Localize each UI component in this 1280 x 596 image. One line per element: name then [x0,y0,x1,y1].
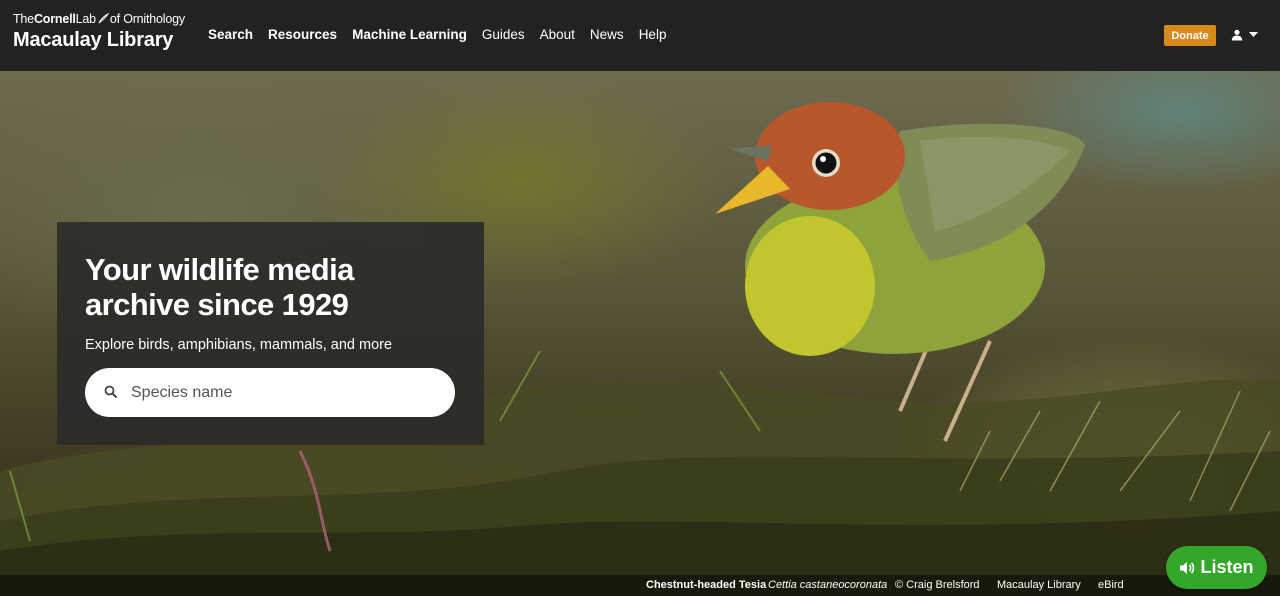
feather-icon [98,13,109,24]
listen-button[interactable]: Listen [1166,546,1267,589]
listen-label: Listen [1200,557,1254,577]
hero-subtitle: Explore birds, amphibians, mammals, and … [85,337,393,353]
caption-common-name[interactable]: Chestnut-headed Tesia [646,579,766,591]
speaker-icon [1180,561,1195,574]
donate-button[interactable]: Donate [1164,25,1216,46]
nav-resources[interactable]: Resources [268,27,337,42]
nav-search[interactable]: Search [208,27,253,42]
brand-logo[interactable]: The Cornell Lab of Ornithology Macaulay Li… [13,12,185,52]
caret-down-icon [1249,32,1258,37]
main-nav: Search Resources Machine Learning Guides… [208,27,681,42]
hero-title: Your wildlife media archive since 1929 [85,252,354,322]
search-icon [104,385,118,399]
nav-help[interactable]: Help [639,27,667,42]
nav-news[interactable]: News [590,27,624,42]
species-search-input[interactable] [131,380,431,405]
macaulay-library-title: Macaulay Library [13,29,174,51]
caption-credit[interactable]: © Craig Brelsford [895,579,980,591]
caption-library-link[interactable]: Macaulay Library [997,579,1081,591]
nav-about[interactable]: About [540,27,575,42]
account-menu[interactable] [1231,29,1258,41]
caption-ebird-link[interactable]: eBird [1098,579,1124,591]
nav-machine-learning[interactable]: Machine Learning [352,27,467,42]
photo-caption-bar [0,575,1280,596]
species-search-box[interactable] [85,368,455,417]
hero-search-panel: Your wildlife media archive since 1929 E… [57,222,484,445]
top-navigation-bar: The Cornell Lab of Ornithology Macaulay Li… [0,0,1280,71]
cornell-lab-wordmark: The Cornell Lab of Ornithology [13,12,185,26]
nav-guides[interactable]: Guides [482,27,525,42]
caption-scientific-name: Cettia castaneocoronata [768,579,888,591]
user-icon [1231,29,1243,41]
